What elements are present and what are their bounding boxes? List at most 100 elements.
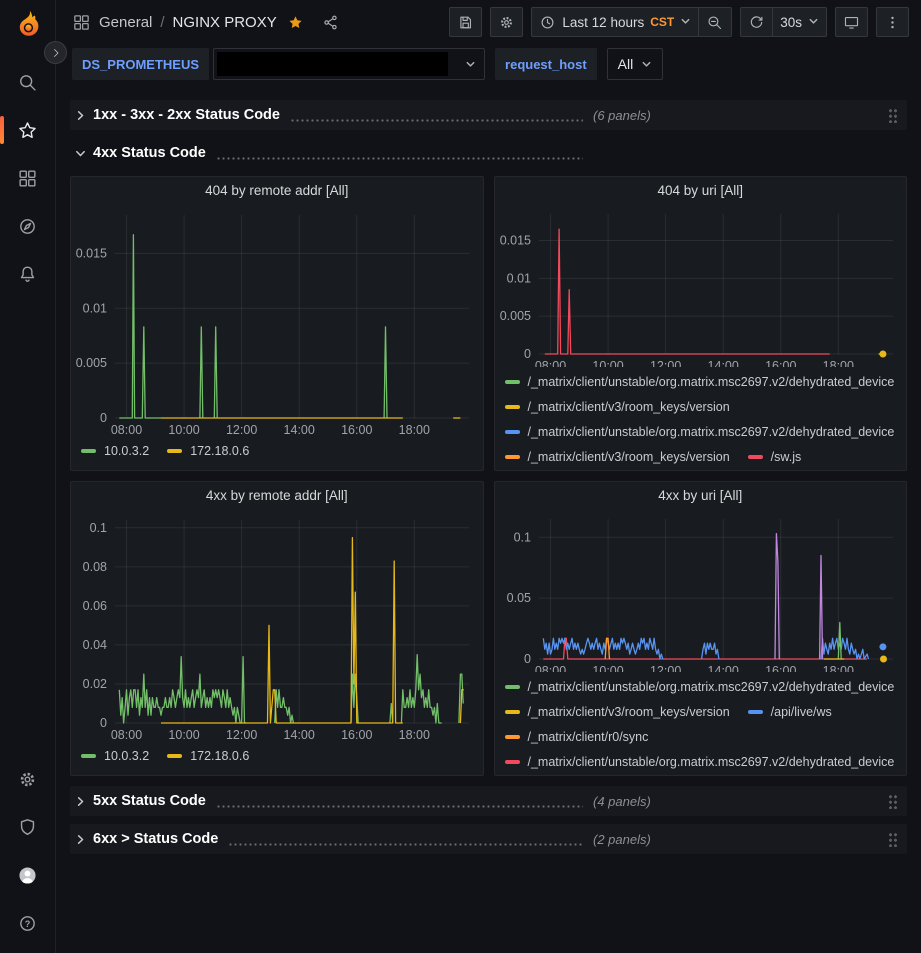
svg-text:12:00: 12:00 [226,423,257,437]
legend-item[interactable]: 10.0.3.2 [81,444,149,458]
redacted-value [217,52,448,76]
row-dots [290,119,583,122]
sidebar-item-alerting[interactable] [0,250,56,298]
svg-text:10:00: 10:00 [168,423,199,437]
refresh-button[interactable] [740,7,773,37]
panel-title[interactable]: 4xx by remote addr [All] [71,482,483,510]
panel-legend: /_matrix/client/unstable/org.matrix.msc2… [495,672,907,775]
grafana-logo-icon[interactable] [10,8,46,44]
legend-label: /_matrix/client/v3/room_keys/version [528,705,730,719]
favorite-star-icon[interactable] [287,14,304,31]
zoom-out-time-button[interactable] [699,7,732,37]
share-icon[interactable] [322,14,339,31]
svg-text:14:00: 14:00 [284,423,315,437]
legend-row: /_matrix/client/unstable/org.matrix.msc2… [505,375,907,400]
refresh-interval-picker[interactable]: 30s [773,7,827,37]
help-icon: ? [17,913,38,934]
sidebar-item-dashboards[interactable] [0,154,56,202]
svg-text:14:00: 14:00 [707,359,738,367]
legend-item[interactable]: 172.18.0.6 [167,749,249,763]
time-series-chart[interactable]: 08:0010:0012:0014:0016:0018:0000.0050.01… [71,205,481,440]
panel-legend: /_matrix/client/unstable/org.matrix.msc2… [495,367,907,470]
variable-value-dropdown[interactable] [213,48,485,80]
sidebar-item-help[interactable]: ? [0,899,56,947]
avatar [17,865,38,886]
time-range-picker[interactable]: Last 12 hours CST [531,7,699,37]
legend-item[interactable]: /_matrix/client/unstable/org.matrix.msc2… [505,680,895,694]
legend-swatch-icon [505,455,520,459]
legend-item[interactable]: /_matrix/client/v3/room_keys/version [505,705,730,719]
kebab-menu-icon [884,14,901,31]
svg-text:0.01: 0.01 [83,301,107,315]
timezone-label: CST [650,15,674,29]
dashboard-settings-button[interactable] [490,7,523,37]
svg-text:16:00: 16:00 [765,664,796,672]
sidebar-item-settings[interactable] [0,755,56,803]
row-drag-handle[interactable] [888,794,897,809]
panel-title[interactable]: 404 by uri [All] [495,177,907,204]
legend-item[interactable]: /sw.js [748,450,802,464]
panel-404-by-uri: 404 by uri [All] 08:0010:0012:0014:0016:… [494,176,908,471]
row-dots [228,843,583,846]
row-header-5xx[interactable]: 5xx Status Code (4 panels) [70,786,907,816]
more-options-button[interactable] [876,7,909,37]
sidebar-item-explore[interactable] [0,202,56,250]
legend-swatch-icon [505,760,520,764]
svg-text:12:00: 12:00 [649,664,680,672]
row-drag-handle[interactable] [888,832,897,847]
sidebar-item-profile[interactable] [0,851,56,899]
legend-row: /_matrix/client/unstable/org.matrix.msc2… [505,755,907,775]
time-series-chart[interactable]: 08:0010:0012:0014:0016:0018:0000.050.1 [495,509,905,672]
variable-label[interactable]: request_host [495,48,597,80]
row-header-1xx-3xx-2xx[interactable]: 1xx - 3xx - 2xx Status Code (6 panels) [70,100,907,130]
chevron-down-icon [465,59,476,70]
row-header-6xx[interactable]: 6xx > Status Code (2 panels) [70,824,907,854]
sidebar-item-search[interactable] [0,58,56,106]
time-series-chart[interactable]: 08:0010:0012:0014:0016:0018:0000.020.040… [71,510,481,745]
svg-text:0.005: 0.005 [499,309,530,323]
legend-item[interactable]: /api/live/ws [748,705,832,719]
svg-text:0.015: 0.015 [499,233,530,247]
zoom-out-icon [706,14,723,31]
row-drag-handle[interactable] [888,108,897,123]
svg-text:10:00: 10:00 [592,359,623,367]
app-window: ? General / NGINX PROXY [0,0,921,953]
sidebar-item-admin[interactable] [0,803,56,851]
panel-title[interactable]: 4xx by uri [All] [495,482,907,509]
legend-label: /_matrix/client/unstable/org.matrix.msc2… [528,680,895,694]
star-icon [17,120,38,141]
variable-label[interactable]: DS_PROMETHEUS [72,48,209,80]
clock-icon [539,14,556,31]
refresh-icon [748,14,765,31]
panel-title[interactable]: 404 by remote addr [All] [71,177,483,205]
legend-item[interactable]: /_matrix/client/unstable/org.matrix.msc2… [505,375,895,389]
legend-label: /_matrix/client/unstable/org.matrix.msc2… [528,755,895,769]
legend-item[interactable]: /_matrix/client/unstable/org.matrix.msc2… [505,425,895,439]
apps-grid-icon[interactable] [72,13,91,32]
legend-swatch-icon [505,710,520,714]
legend-item[interactable]: /_matrix/client/v3/room_keys/version [505,400,730,414]
legend-item[interactable]: 10.0.3.2 [81,749,149,763]
legend-item[interactable]: /_matrix/client/unstable/org.matrix.msc2… [505,755,895,769]
time-series-chart[interactable]: 08:0010:0012:0014:0016:0018:0000.0050.01… [495,204,905,367]
legend-item[interactable]: /_matrix/client/v3/room_keys/version [505,450,730,464]
sidebar-item-starred[interactable] [0,106,56,154]
legend-label: 10.0.3.2 [104,749,149,763]
row-header-4xx[interactable]: 4xx Status Code [70,138,907,168]
sidebar-expand-button[interactable] [44,41,67,64]
breadcrumb-folder[interactable]: General [99,14,152,31]
refresh-group: 30s [740,7,827,37]
save-dashboard-button[interactable] [449,7,482,37]
panel-legend: 10.0.3.2 172.18.0.6 [71,745,483,774]
legend-label: 172.18.0.6 [190,444,249,458]
legend-item[interactable]: /_matrix/client/r0/sync [505,730,649,744]
panel-count: (2 panels) [593,832,651,847]
legend-swatch-icon [505,405,520,409]
request-host-value-dropdown[interactable]: All [607,48,664,80]
variable-value: All [618,56,634,72]
chevron-down-icon [680,15,691,30]
bell-icon [17,264,38,285]
legend-item[interactable]: 172.18.0.6 [167,444,249,458]
kiosk-mode-button[interactable] [835,7,868,37]
legend-label: 172.18.0.6 [190,749,249,763]
